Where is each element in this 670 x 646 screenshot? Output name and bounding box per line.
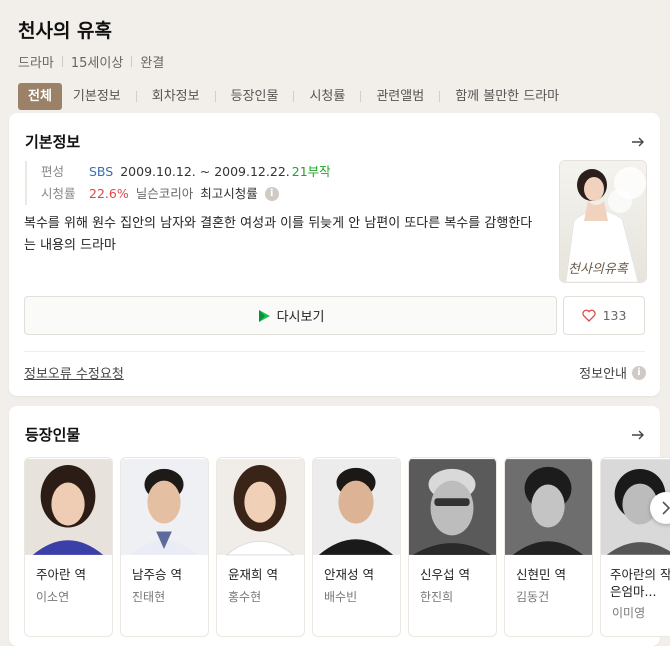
rewatch-button[interactable]: 다시보기	[24, 296, 557, 335]
actor-name: 김동건	[516, 590, 550, 604]
tab-ratings[interactable]: 시청률	[298, 83, 356, 110]
tab-bar: 전체 기본정보 회차정보 등장인물 시청률 관련앨범 함께 볼만한 드라마	[18, 83, 652, 110]
cast-member[interactable]: 주아란의 작은엄마... 이미영	[600, 457, 670, 637]
actor-photo	[505, 459, 592, 555]
cast-list: 주아란 역 이소연 남주승 역 진태현 윤재희 역 홍수현 안재성 역 배수빈 …	[24, 457, 670, 637]
tab-basic-info[interactable]: 기본정보	[62, 83, 132, 110]
broadcast-period: 2009.10.12. ~ 2009.12.22.	[120, 164, 290, 179]
cast-member[interactable]: 윤재희 역 홍수현	[216, 457, 305, 637]
arrow-right-icon[interactable]	[630, 427, 646, 443]
rating-value: 22.6%	[89, 186, 129, 201]
action-buttons: 다시보기 133	[24, 296, 645, 335]
rating-source: 닐슨코리아	[135, 186, 194, 201]
character-name: 주아란 역	[36, 567, 86, 582]
tab-episodes[interactable]: 회차정보	[141, 83, 211, 110]
tab-divider	[293, 91, 295, 102]
tab-albums[interactable]: 관련앨범	[365, 83, 435, 110]
arrow-right-icon[interactable]	[630, 134, 646, 150]
info-guide[interactable]: 정보안내 i	[579, 363, 646, 382]
rating-type: 최고시청률	[200, 186, 258, 201]
basic-info-header: 기본정보	[25, 131, 646, 152]
rating-row: 시청률 22.6% 닐슨코리아 최고시청률 i	[41, 183, 544, 205]
actor-name: 진태현	[132, 590, 166, 604]
cast-member[interactable]: 신현민 역 김동건	[504, 457, 593, 637]
actor-name: 이미영	[612, 606, 646, 620]
info-icon: i	[632, 365, 646, 380]
meta-divider	[61, 56, 63, 67]
info-icon[interactable]: i	[264, 187, 279, 201]
synopsis: 복수를 위해 원수 집안의 남자와 결혼한 여성과 이를 뒤늦게 안 남편이 또…	[24, 216, 533, 253]
character-name: 남주승 역	[132, 567, 182, 582]
tab-divider	[214, 91, 216, 102]
meta-genre: 드라마	[18, 56, 54, 71]
poster-title-text: 천사의유혹	[568, 262, 630, 277]
rewatch-label: 다시보기	[276, 310, 325, 325]
character-name: 신현민 역	[516, 567, 566, 582]
drama-poster[interactable]: 천사의유혹	[559, 160, 647, 283]
actor-photo	[409, 459, 496, 555]
tab-divider	[360, 91, 362, 102]
chevron-right-icon	[662, 501, 670, 515]
actor-photo	[25, 459, 112, 555]
character-name: 안재성 역	[324, 567, 374, 582]
drama-header: 천사의 유혹 드라마 15세이상 완결 전체 기본정보 회차정보 등장인물 시청…	[0, 0, 670, 110]
character-name: 윤재희 역	[228, 567, 278, 582]
cast-card: 등장인물 주아란 역 이소연 남주승 역 진태현 윤재희 역 홍수현 안재성 역…	[9, 406, 670, 646]
cast-member[interactable]: 안재성 역 배수빈	[312, 457, 401, 637]
channel-link[interactable]: SBS	[89, 161, 113, 183]
character-name: 신우섭 역	[420, 567, 470, 582]
actor-photo	[121, 459, 208, 555]
cast-member[interactable]: 남주승 역 진태현	[120, 457, 209, 637]
info-rows: 편성 SBS 2009.10.12. ~ 2009.12.22. 21부작 시청…	[25, 161, 544, 205]
broadcast-label: 편성	[41, 164, 65, 179]
rating-label: 시청률	[41, 186, 76, 201]
meta-status: 완결	[140, 56, 165, 71]
cast-title: 등장인물	[25, 426, 81, 444]
basic-info-title: 기본정보	[25, 133, 81, 151]
actor-photo	[217, 459, 304, 556]
meta-age-rating: 15세이상	[70, 56, 124, 71]
episode-count[interactable]: 21부작	[292, 161, 331, 183]
divider	[24, 351, 645, 352]
actor-photo	[313, 459, 400, 555]
cast-header: 등장인물	[25, 424, 646, 445]
actor-name: 배수빈	[324, 590, 358, 604]
basic-info-footer: 정보오류 수정요청 정보안내 i	[24, 363, 646, 382]
cast-member[interactable]: 주아란 역 이소연	[24, 457, 113, 637]
like-button[interactable]: 133	[563, 296, 645, 335]
tab-all[interactable]: 전체	[18, 83, 62, 110]
like-count: 133	[602, 308, 627, 323]
play-icon	[258, 309, 270, 322]
tab-divider	[135, 91, 137, 102]
actor-name: 홍수현	[228, 590, 262, 604]
basic-info-body: 편성 SBS 2009.10.12. ~ 2009.12.22. 21부작 시청…	[24, 161, 544, 257]
basic-info-card: 기본정보 편성 SBS 2009.10.12. ~ 2009.12.22. 21…	[9, 113, 660, 396]
meta-divider	[131, 56, 133, 67]
actor-name: 이소연	[36, 590, 70, 604]
tab-divider	[439, 91, 441, 102]
drama-meta: 드라마 15세이상 완결	[18, 52, 652, 71]
info-guide-label: 정보안내	[579, 367, 627, 382]
tab-cast[interactable]: 등장인물	[220, 83, 290, 110]
report-error-link[interactable]: 정보오류 수정요청	[24, 363, 124, 382]
next-cast-button[interactable]	[650, 492, 670, 524]
heart-icon	[581, 309, 596, 322]
character-name: 주아란의 작은엄마...	[610, 567, 670, 599]
drama-title: 천사의 유혹	[18, 20, 113, 42]
cast-member[interactable]: 신우섭 역 한진희	[408, 457, 497, 637]
tab-related-dramas[interactable]: 함께 볼만한 드라마	[444, 83, 570, 110]
broadcast-row: 편성 SBS 2009.10.12. ~ 2009.12.22. 21부작	[41, 161, 544, 183]
poster-image: 천사의유혹	[560, 161, 646, 282]
actor-name: 한진희	[420, 590, 454, 604]
